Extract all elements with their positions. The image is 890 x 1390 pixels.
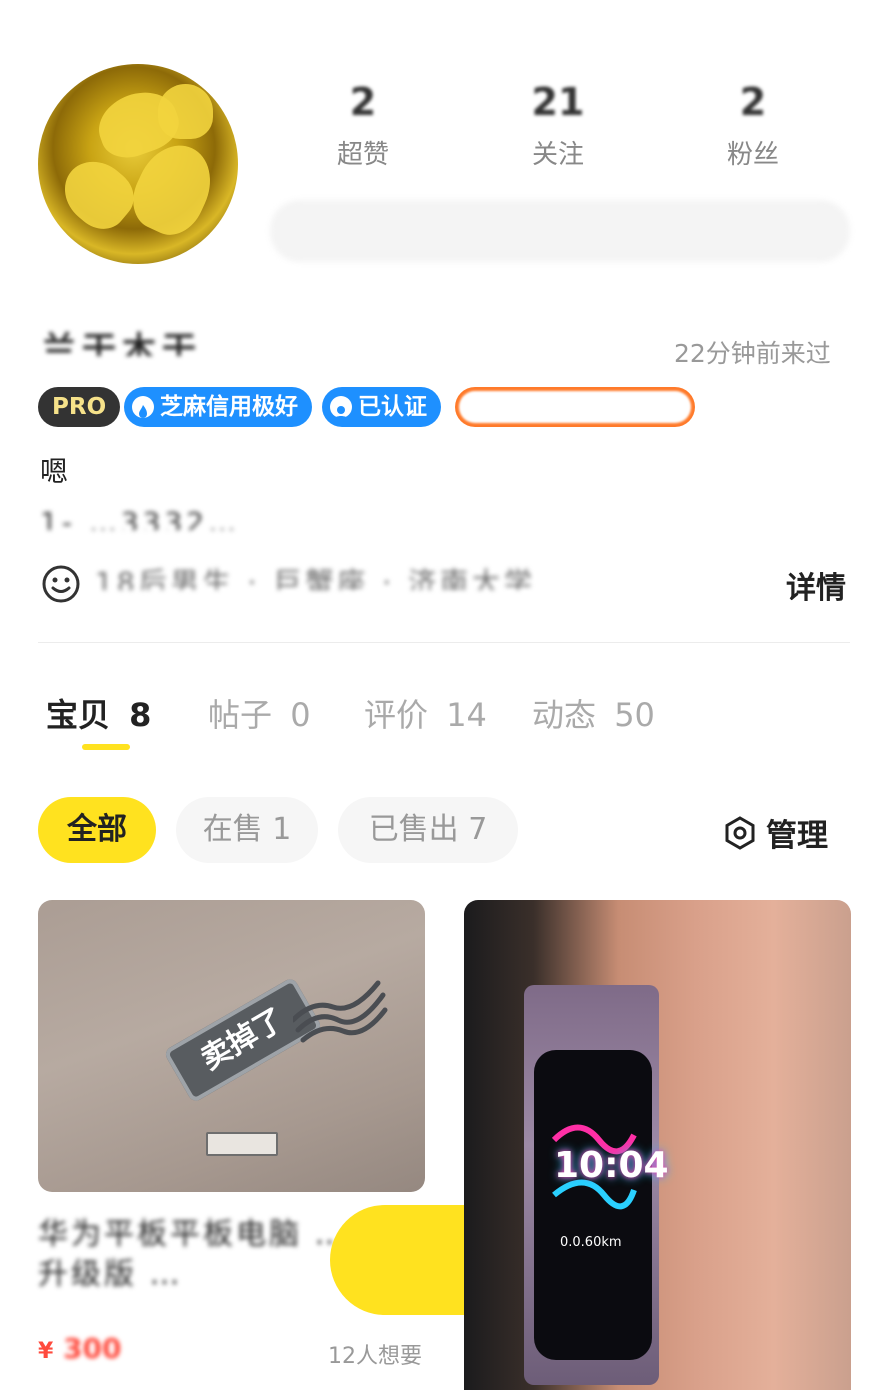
redacted-badge[interactable] <box>455 387 695 427</box>
tab-posts[interactable]: 帖子 0 <box>208 690 311 736</box>
last-seen: 22分钟前来过 <box>674 339 831 368</box>
redacted-area <box>270 200 850 262</box>
manage-button[interactable]: 管理 <box>722 810 828 855</box>
tab-items-count: 8 <box>129 696 152 734</box>
wants-count: 12人想要 <box>328 1344 422 1369</box>
watch-distance: 0.0.60km <box>560 1235 622 1250</box>
product-price: ¥ 300 <box>38 1332 122 1365</box>
stat-likes-value: 2 <box>349 80 377 116</box>
tab-items-label: 宝贝 <box>46 696 111 734</box>
stat-likes-label: 超赞 <box>336 140 389 170</box>
tab-reviews-label: 评价 <box>364 696 429 734</box>
stat-followers-value: 2 <box>739 80 767 116</box>
watch-time: 10:04 <box>554 1145 669 1186</box>
tab-reviews[interactable]: 评价 14 <box>364 690 487 736</box>
flame-icon <box>132 396 154 418</box>
product-image[interactable]: 卖掉了 <box>38 900 425 1192</box>
tab-activity[interactable]: 动态 50 <box>532 690 655 736</box>
credit-badge-label: 芝麻信用极好 <box>160 394 298 420</box>
wave-lines-icon <box>293 980 388 1043</box>
tags-line: 18后男生 · 巨蟹座 · 济南大学 <box>95 568 537 590</box>
filter-all[interactable]: 全部 <box>38 797 156 863</box>
detail-link[interactable]: 详情 <box>786 563 846 607</box>
tab-reviews-count: 14 <box>446 696 487 734</box>
product-image-2[interactable]: 10:04 0.0.60km <box>464 900 851 1390</box>
manage-label: 管理 <box>766 818 828 854</box>
tab-active-indicator <box>82 744 130 750</box>
tab-items[interactable]: 宝贝 8 <box>46 690 151 736</box>
price-symbol: ¥ <box>38 1339 54 1364</box>
price-value: 300 <box>63 1332 122 1365</box>
stat-following-label: 关注 <box>531 140 584 170</box>
tab-posts-label: 帖子 <box>208 696 273 734</box>
filter-sold[interactable]: 已售出 7 <box>338 797 518 863</box>
bio: 嗯 <box>40 455 69 488</box>
filter-on-sale[interactable]: 在售 1 <box>176 797 318 863</box>
stat-likes[interactable]: 2 超赞 <box>303 80 423 171</box>
tab-activity-count: 50 <box>614 696 655 734</box>
verified-badge[interactable]: 已认证 <box>322 387 441 427</box>
pro-badge-label: PRO <box>52 394 107 420</box>
smile-icon <box>40 563 82 609</box>
verified-badge-label: 已认证 <box>358 394 427 420</box>
device-label-sticker <box>206 1132 278 1156</box>
hexagon-settings-icon <box>722 815 758 851</box>
tab-activity-label: 动态 <box>532 696 597 734</box>
tab-posts-count: 0 <box>290 696 311 734</box>
stat-followers-label: 粉丝 <box>726 140 779 170</box>
info-line: 1- …3332… <box>40 508 241 530</box>
credit-badge[interactable]: 芝麻信用极好 <box>124 387 312 427</box>
pro-badge[interactable]: PRO <box>38 387 121 427</box>
divider <box>38 642 850 643</box>
stat-following-value: 21 <box>531 80 585 116</box>
avatar[interactable] <box>38 64 238 264</box>
stat-following[interactable]: 21 关注 <box>498 80 618 171</box>
user-verified-icon <box>330 396 352 419</box>
nickname: 兰干木干 <box>42 330 202 356</box>
stat-followers[interactable]: 2 粉丝 <box>693 80 813 171</box>
